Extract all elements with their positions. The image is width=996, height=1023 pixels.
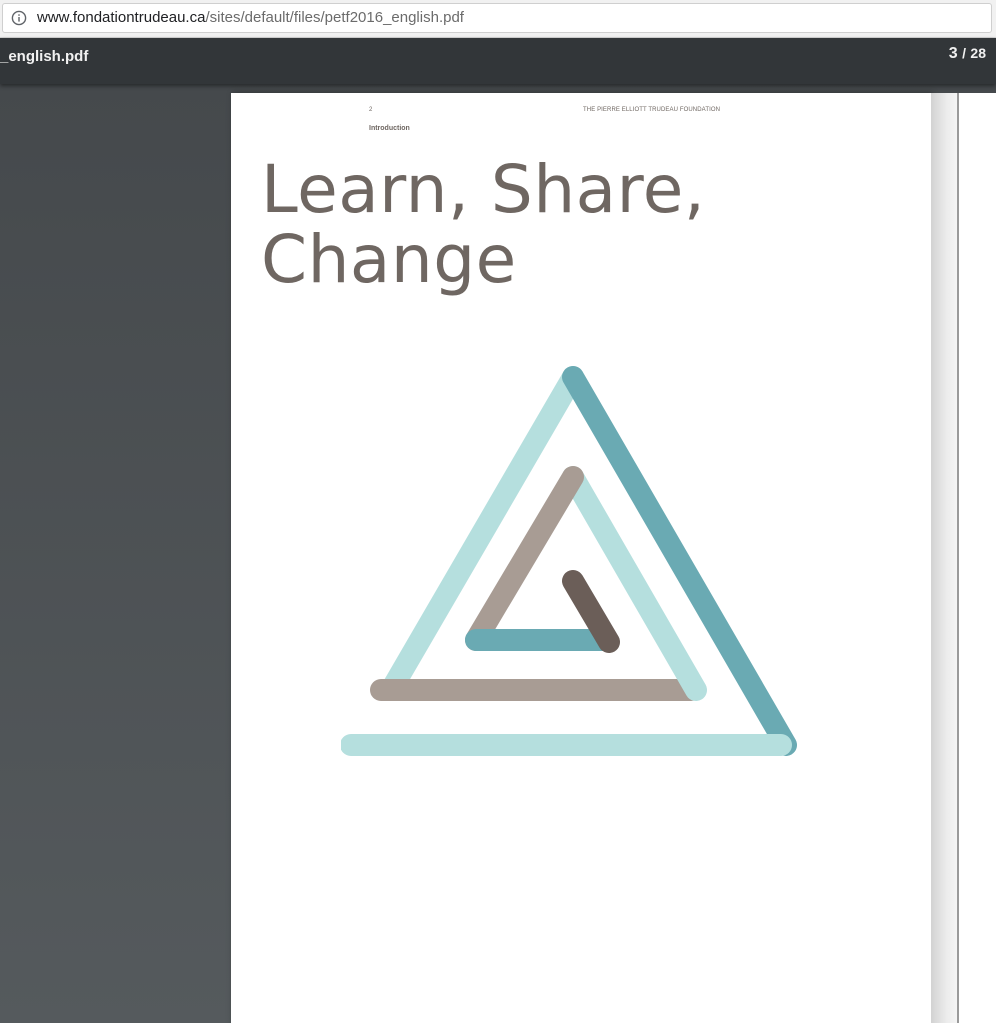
running-header: THE PIERRE ELLIOTT TRUDEAU FOUNDATION: [583, 107, 721, 113]
url-path: /sites/default/files/petf2016_english.pd…: [205, 9, 464, 26]
spiral-triangle-logo: [341, 366, 797, 756]
pdf-toolbar: _english.pdf 3 / 28: [0, 38, 996, 84]
page-indicator: 3 / 28: [949, 45, 986, 63]
pdf-viewer-area[interactable]: 2 THE PIERRE ELLIOTT TRUDEAU FOUNDATION …: [0, 84, 996, 1023]
browser-address-bar: www.fondationtrudeau.ca/sites/default/fi…: [0, 0, 996, 38]
pdf-page: 2 THE PIERRE ELLIOTT TRUDEAU FOUNDATION …: [231, 93, 931, 1023]
total-pages: 28: [970, 45, 986, 61]
current-page-number[interactable]: 3: [949, 45, 958, 62]
url-host: www.fondationtrudeau.ca: [37, 9, 206, 26]
section-label: Introduction: [369, 125, 410, 132]
headline-line-2: Change: [261, 221, 517, 298]
headline-line-1: Learn, Share,: [261, 151, 706, 228]
info-icon[interactable]: [11, 10, 27, 26]
url-input[interactable]: www.fondationtrudeau.ca/sites/default/fi…: [2, 3, 992, 33]
next-pdf-page: [957, 93, 996, 1023]
url-text: www.fondationtrudeau.ca/sites/default/fi…: [37, 9, 464, 27]
page-edge-shadow: [931, 93, 957, 1023]
page-separator: /: [962, 45, 966, 61]
page-number-label: 2: [369, 107, 373, 113]
page-headline: Learn, Share, Change: [261, 155, 705, 295]
document-title: _english.pdf: [0, 48, 89, 65]
